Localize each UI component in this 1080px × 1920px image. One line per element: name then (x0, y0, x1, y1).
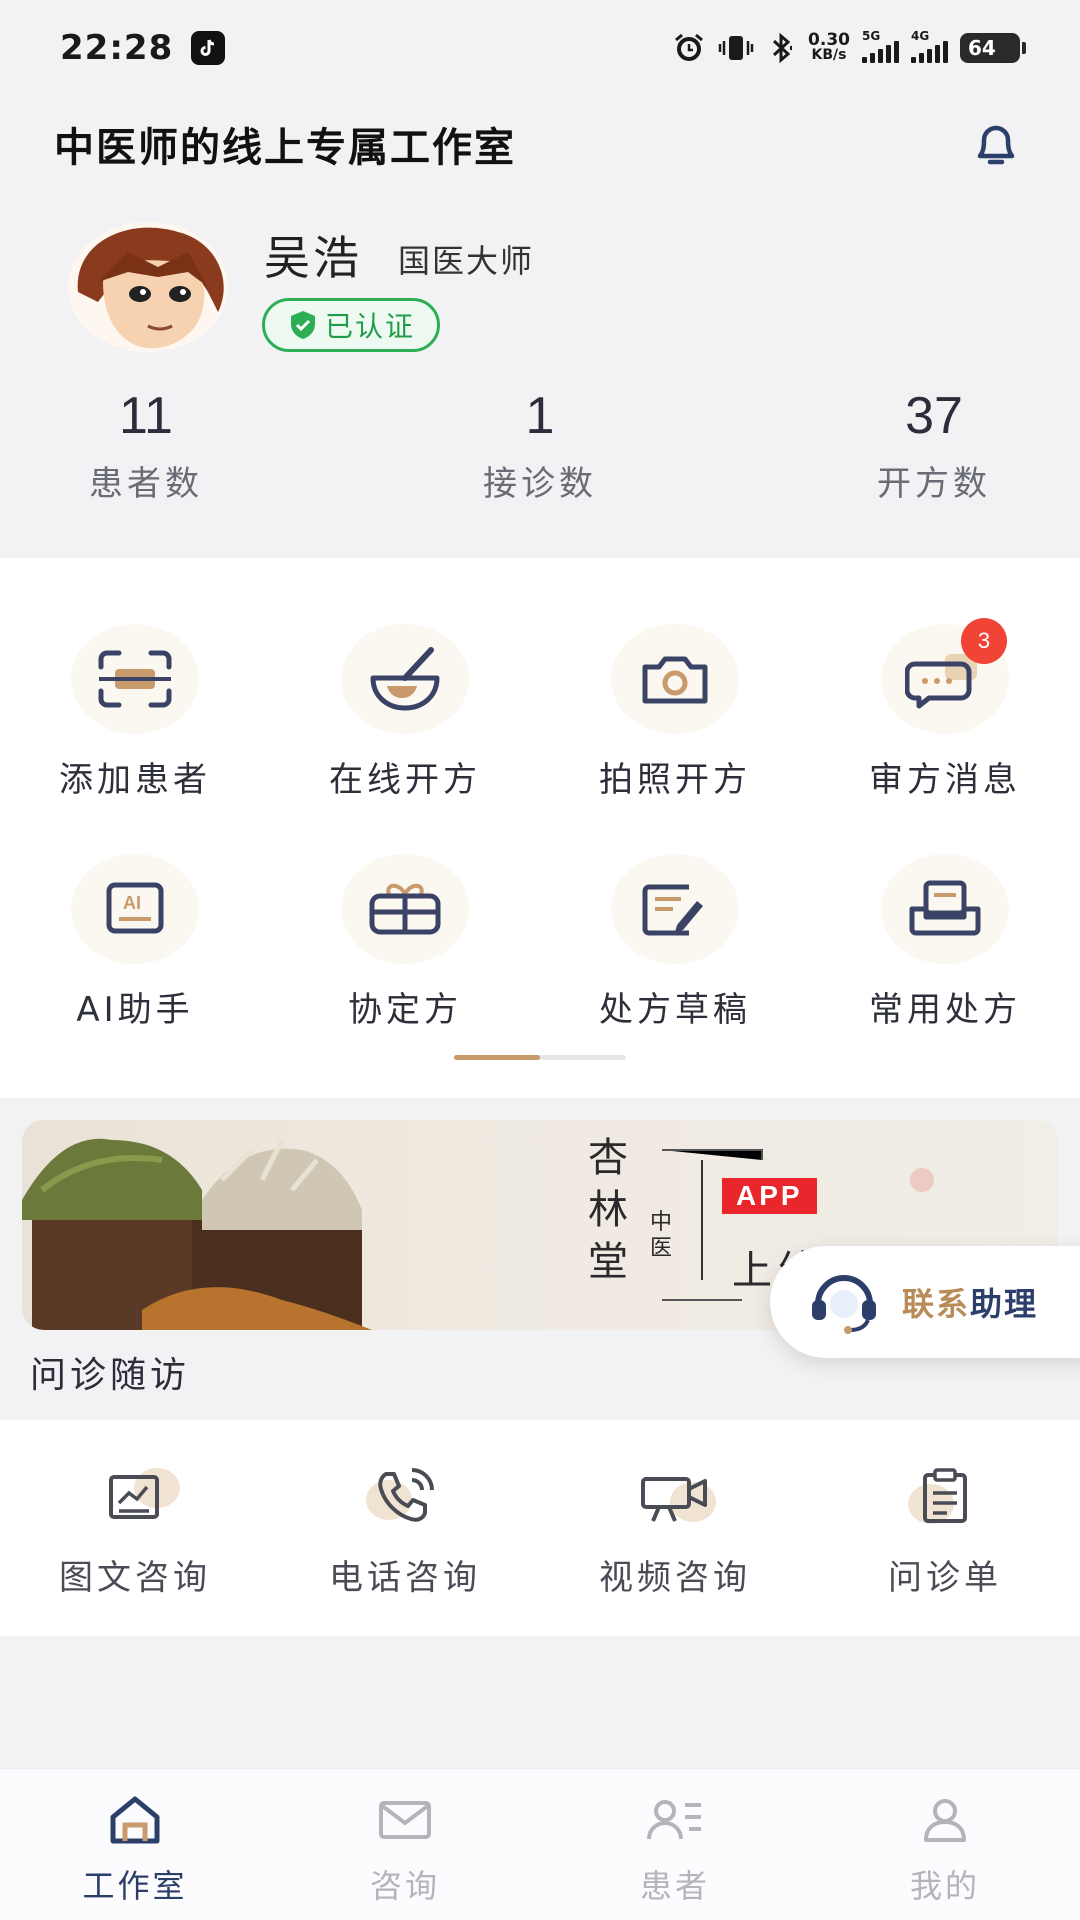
contact-assistant-button[interactable]: 联系助理 (770, 1246, 1080, 1358)
feature-label: 处方草稿 (599, 990, 751, 1030)
feature-review-messages[interactable]: 3 审方消息 (810, 618, 1080, 801)
consult-label: 图文咨询 (59, 1558, 211, 1598)
headset-icon (812, 1275, 876, 1334)
status-bar: 22:28 0.30 KB/s 5G 4G 64 (0, 0, 1080, 96)
edit-icon (611, 854, 739, 964)
app-header: 中医师的线上专属工作室 (0, 96, 1080, 192)
doctor-title: 国医大师 (398, 242, 535, 280)
consult-image-text[interactable]: 图文咨询 (0, 1462, 270, 1599)
feature-photo-prescribe[interactable]: 拍照开方 (540, 624, 810, 801)
stat-prescriptions[interactable]: 37 开方数 (784, 386, 1080, 505)
ai-icon: AI (71, 854, 199, 964)
network-speed: 0.30 KB/s (808, 30, 850, 63)
verified-badge: 已认证 (262, 298, 441, 352)
bell-icon[interactable] (966, 114, 1026, 174)
consult-label: 视频咨询 (599, 1558, 751, 1598)
stat-value: 11 (119, 387, 173, 445)
stat-label: 开方数 (877, 464, 991, 504)
nav-studio[interactable]: 工作室 (0, 1789, 270, 1907)
stat-value: 37 (905, 387, 963, 445)
doctor-name: 吴浩 (264, 231, 362, 285)
bluetooth-icon (766, 32, 796, 64)
stat-label: 接诊数 (483, 464, 597, 504)
patients-icon (540, 1789, 810, 1851)
tray-icon (881, 854, 1009, 964)
consult-grid: 图文咨询 电话咨询 视频咨询 问诊单 (0, 1420, 1080, 1636)
nav-label: 我的 (909, 1867, 980, 1905)
consult-form[interactable]: 问诊单 (810, 1462, 1080, 1599)
nav-label: 咨询 (369, 1867, 440, 1905)
alarm-icon (672, 32, 706, 64)
section-title-consult: 问诊随访 (30, 1355, 191, 1396)
feature-online-prescribe[interactable]: 在线开方 (270, 624, 540, 801)
feature-ai-assistant[interactable]: AI AI助手 (0, 854, 270, 1031)
image-text-icon (90, 1462, 180, 1532)
message-icon: 3 (881, 618, 1009, 734)
consult-video[interactable]: 视频咨询 (540, 1462, 810, 1599)
banner-brand: 杏林堂 (588, 1135, 628, 1285)
shield-check-icon (291, 311, 315, 339)
stat-consultations[interactable]: 1 接诊数 (390, 386, 690, 505)
feature-label: 协定方 (348, 990, 462, 1030)
camera-icon (611, 624, 739, 734)
bottom-nav: 工作室 咨询 患者 我的 (0, 1768, 1080, 1920)
feature-add-patient[interactable]: 添加患者 (0, 624, 270, 801)
consult-phone[interactable]: 电话咨询 (270, 1462, 540, 1599)
gift-icon (341, 854, 469, 964)
nav-label: 工作室 (82, 1867, 188, 1905)
feature-label: 常用处方 (869, 990, 1021, 1030)
battery-icon: 64 (960, 33, 1026, 63)
vibrate-icon (718, 33, 754, 63)
scan-icon (71, 624, 199, 734)
mortar-icon (341, 624, 469, 734)
feature-label: 添加患者 (59, 760, 211, 800)
doctor-profile: 吴浩 国医大师 已认证 (68, 218, 1018, 358)
contact-assistant-label: 联系助理 (902, 1285, 1039, 1323)
nav-mine[interactable]: 我的 (810, 1789, 1080, 1907)
svg-text:AI: AI (123, 893, 141, 913)
banner-app-label: APP (722, 1178, 817, 1214)
feature-prescription-drafts[interactable]: 处方草稿 (540, 854, 810, 1031)
phone-icon (360, 1462, 450, 1532)
stat-value: 1 (525, 387, 555, 445)
consult-label: 问诊单 (888, 1558, 1002, 1598)
verified-label: 已认证 (325, 310, 416, 343)
nav-consult[interactable]: 咨询 (270, 1789, 540, 1907)
page-title: 中医师的线上专属工作室 (54, 125, 516, 171)
feature-agreed-formula[interactable]: 协定方 (270, 854, 540, 1031)
signal-4g-icon: 4G (911, 29, 948, 63)
feature-label: 在线开方 (329, 760, 481, 800)
feature-label: AI助手 (76, 990, 194, 1030)
stats-row: 11 患者数 1 接诊数 37 开方数 (0, 386, 1080, 516)
consult-label: 电话咨询 (329, 1558, 481, 1598)
feature-label: 拍照开方 (599, 760, 751, 800)
feature-label: 审方消息 (869, 760, 1021, 800)
video-camera-icon (630, 1462, 720, 1532)
tiktok-icon (191, 31, 226, 65)
mail-icon (270, 1789, 540, 1851)
page-indicator (454, 1055, 626, 1060)
page-indicator-active (454, 1055, 540, 1060)
user-icon (810, 1789, 1080, 1851)
stat-label: 患者数 (89, 464, 203, 504)
feature-grid: 添加患者 在线开方 拍照开方 3 审方消息 AI AI助手 协定方 处方草稿 常… (0, 558, 1080, 1098)
avatar[interactable] (68, 222, 228, 352)
stat-patients[interactable]: 11 患者数 (0, 386, 296, 505)
nav-label: 患者 (639, 1867, 710, 1905)
signal-5g-icon: 5G (862, 29, 899, 63)
home-icon (0, 1789, 270, 1851)
banner-tag: 中医 (650, 1210, 673, 1261)
feature-common-prescriptions[interactable]: 常用处方 (810, 854, 1080, 1031)
clipboard-icon (900, 1462, 990, 1532)
nav-patients[interactable]: 患者 (540, 1789, 810, 1907)
unread-badge: 3 (961, 618, 1007, 664)
status-time: 22:28 (60, 28, 174, 68)
